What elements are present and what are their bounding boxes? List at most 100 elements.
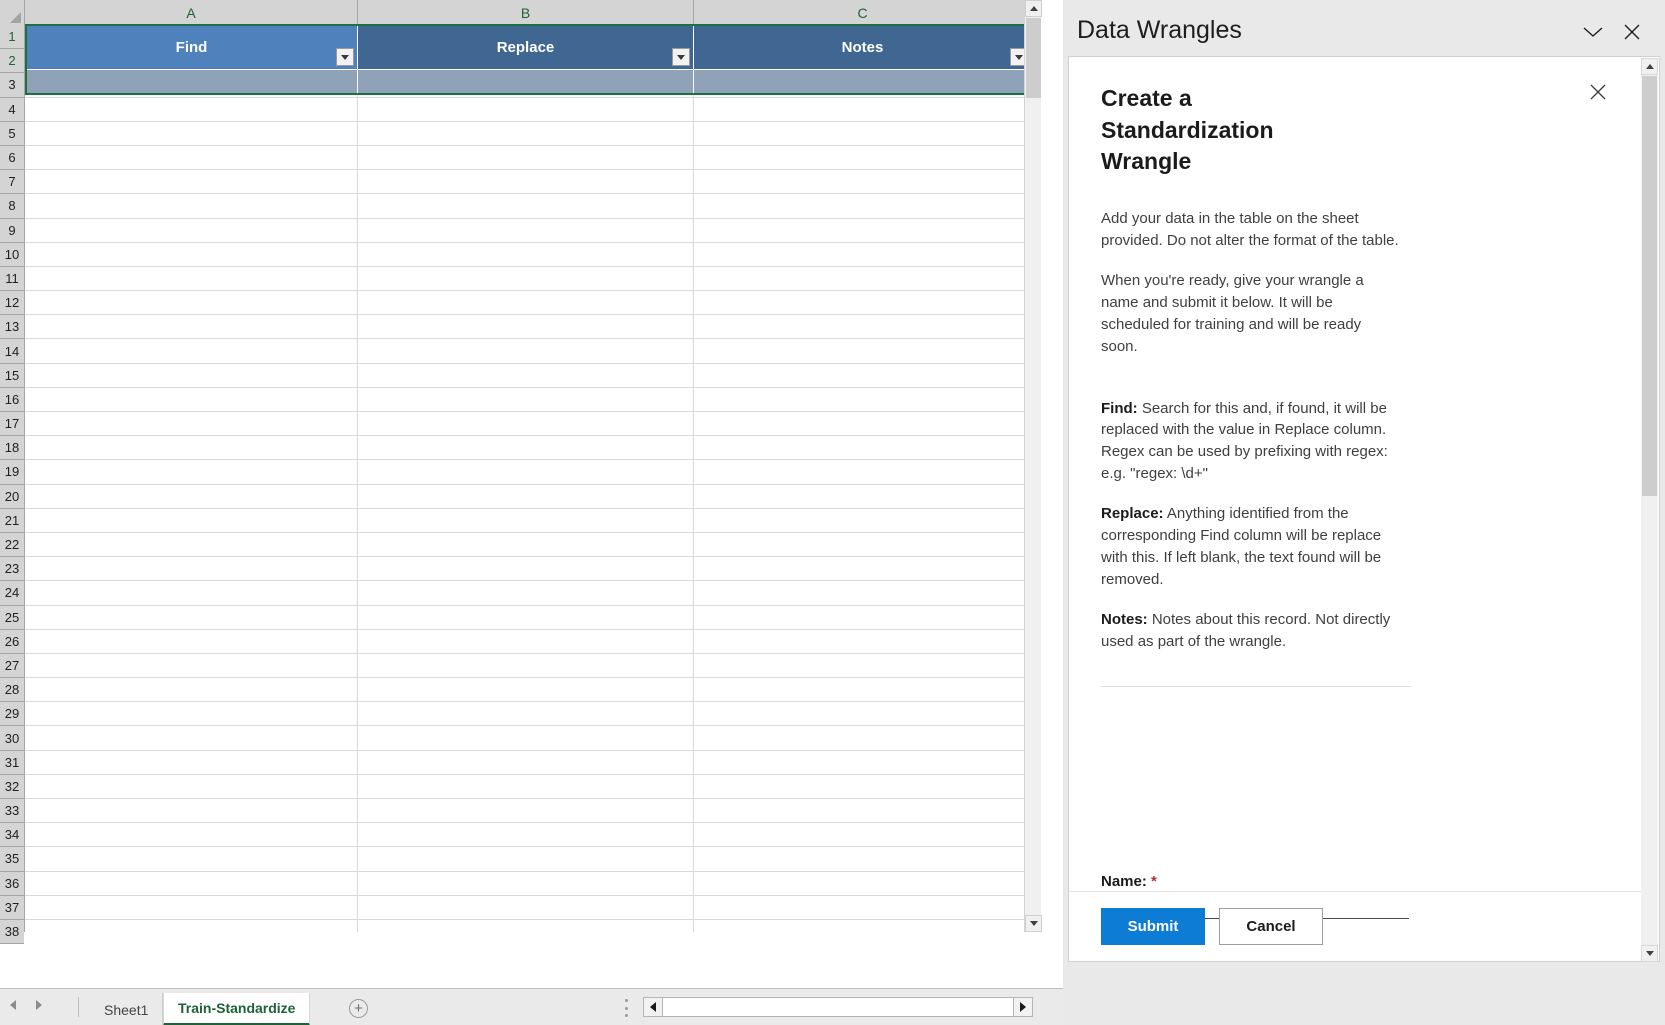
grid-row[interactable] xyxy=(25,436,1032,461)
row-header-23[interactable]: 23 xyxy=(0,557,24,582)
cell-B30[interactable] xyxy=(358,726,694,750)
cell-B11[interactable] xyxy=(358,266,694,291)
cell-A37[interactable] xyxy=(25,895,358,919)
row-header-30[interactable]: 30 xyxy=(0,726,24,751)
grid-row[interactable] xyxy=(25,799,1032,824)
filter-dropdown-replace[interactable] xyxy=(672,48,690,66)
grid-row[interactable] xyxy=(25,484,1032,509)
cell-A38[interactable] xyxy=(25,919,358,932)
grid-row[interactable] xyxy=(25,702,1032,727)
grid-row[interactable] xyxy=(25,871,1032,896)
grid-row[interactable] xyxy=(25,242,1032,267)
row-header-1[interactable]: 1 xyxy=(0,25,24,50)
cell-A11[interactable] xyxy=(25,266,358,291)
cell-A19[interactable] xyxy=(25,460,358,484)
panel-scroll-thumb[interactable] xyxy=(1642,76,1657,496)
row-header-11[interactable]: 11 xyxy=(0,266,24,292)
row-header-16[interactable]: 16 xyxy=(0,387,24,412)
row-header-3[interactable]: 3 xyxy=(0,73,24,98)
row-header-5[interactable]: 5 xyxy=(0,121,24,146)
cell-A18[interactable] xyxy=(25,436,358,460)
panel-scroll-down-button[interactable] xyxy=(1641,945,1658,962)
row-header-8[interactable]: 8 xyxy=(0,194,24,219)
row-header-36[interactable]: 36 xyxy=(0,871,24,896)
row-header-13[interactable]: 13 xyxy=(0,315,24,340)
row-header-21[interactable]: 21 xyxy=(0,508,24,533)
row-header-7[interactable]: 7 xyxy=(0,170,24,195)
vertical-scroll-thumb[interactable] xyxy=(1026,18,1041,98)
cell-B26[interactable] xyxy=(358,629,694,653)
cell-C4[interactable] xyxy=(694,97,1032,121)
row-header-4[interactable]: 4 xyxy=(0,97,24,122)
row-header-2[interactable]: 2 xyxy=(0,49,24,74)
cell-A28[interactable] xyxy=(25,678,358,702)
cell-A34[interactable] xyxy=(25,823,358,847)
column-header-b[interactable]: B xyxy=(358,0,694,25)
cell-C12[interactable] xyxy=(694,291,1032,315)
grid-row[interactable] xyxy=(25,678,1032,703)
cell-C30[interactable] xyxy=(694,726,1032,750)
grid-row[interactable] xyxy=(25,218,1032,243)
grid-row[interactable] xyxy=(25,629,1032,654)
grid-row[interactable] xyxy=(25,97,1032,122)
column-header-a[interactable]: A xyxy=(25,0,358,25)
grid-row[interactable] xyxy=(25,121,1032,146)
horizontal-scrollbar[interactable] xyxy=(643,997,1033,1017)
cell-C16[interactable] xyxy=(694,387,1032,411)
cell-C20[interactable] xyxy=(694,484,1032,508)
sheet-nav-arrows[interactable] xyxy=(10,1000,42,1010)
cell-A8[interactable] xyxy=(25,194,358,218)
filter-dropdown-find[interactable] xyxy=(336,48,354,66)
cell-A24[interactable] xyxy=(25,581,358,605)
cell-A14[interactable] xyxy=(25,339,358,363)
cell-A10[interactable] xyxy=(25,242,358,266)
cell-B31[interactable] xyxy=(358,750,694,774)
grid-row[interactable] xyxy=(25,412,1032,437)
cell-B10[interactable] xyxy=(358,242,694,266)
row-header-38[interactable]: 38 xyxy=(0,919,24,945)
grid-row[interactable] xyxy=(25,508,1032,533)
cell-A31[interactable] xyxy=(25,750,358,774)
row-header-24[interactable]: 24 xyxy=(0,581,24,606)
cell-C9[interactable] xyxy=(694,218,1032,242)
cell-C15[interactable] xyxy=(694,363,1032,387)
row-header-18[interactable]: 18 xyxy=(0,436,24,461)
cell-B7[interactable] xyxy=(358,170,694,194)
vertical-scroll-track[interactable] xyxy=(1025,98,1041,915)
task-pane-collapse-button[interactable] xyxy=(1578,18,1608,46)
cell-C31[interactable] xyxy=(694,750,1032,774)
row-header-27[interactable]: 27 xyxy=(0,653,24,679)
cell-B38[interactable] xyxy=(358,919,694,932)
cell-A15[interactable] xyxy=(25,363,358,387)
row-header-28[interactable]: 28 xyxy=(0,678,24,703)
cell-A7[interactable] xyxy=(25,170,358,194)
cell-C8[interactable] xyxy=(694,194,1032,218)
grid-row[interactable] xyxy=(25,726,1032,751)
cell-A36[interactable] xyxy=(25,871,358,895)
row-header-32[interactable]: 32 xyxy=(0,774,24,799)
grid-row[interactable] xyxy=(25,291,1032,316)
scroll-up-button[interactable] xyxy=(1025,0,1042,17)
grid-row[interactable] xyxy=(25,460,1032,485)
cell-B4[interactable] xyxy=(358,97,694,121)
scroll-down-button[interactable] xyxy=(1025,915,1042,932)
cell-B32[interactable] xyxy=(358,774,694,798)
grid-row[interactable] xyxy=(25,339,1032,364)
cell-B12[interactable] xyxy=(358,291,694,315)
row-header-37[interactable]: 37 xyxy=(0,895,24,920)
cell-C38[interactable] xyxy=(694,919,1032,932)
scroll-right-button[interactable] xyxy=(1013,998,1032,1016)
row-header-29[interactable]: 29 xyxy=(0,702,24,727)
cell-C23[interactable] xyxy=(694,557,1032,581)
grid-row[interactable] xyxy=(25,363,1032,388)
cell-C25[interactable] xyxy=(694,605,1032,629)
cell-C37[interactable] xyxy=(694,895,1032,919)
cell-A21[interactable] xyxy=(25,508,358,532)
cell-A17[interactable] xyxy=(25,412,358,436)
cell-A22[interactable] xyxy=(25,532,358,557)
cell-C10[interactable] xyxy=(694,242,1032,266)
cell-A26[interactable] xyxy=(25,629,358,653)
cell-A33[interactable] xyxy=(25,799,358,823)
cell-A23[interactable] xyxy=(25,557,358,581)
row-header-31[interactable]: 31 xyxy=(0,750,24,775)
